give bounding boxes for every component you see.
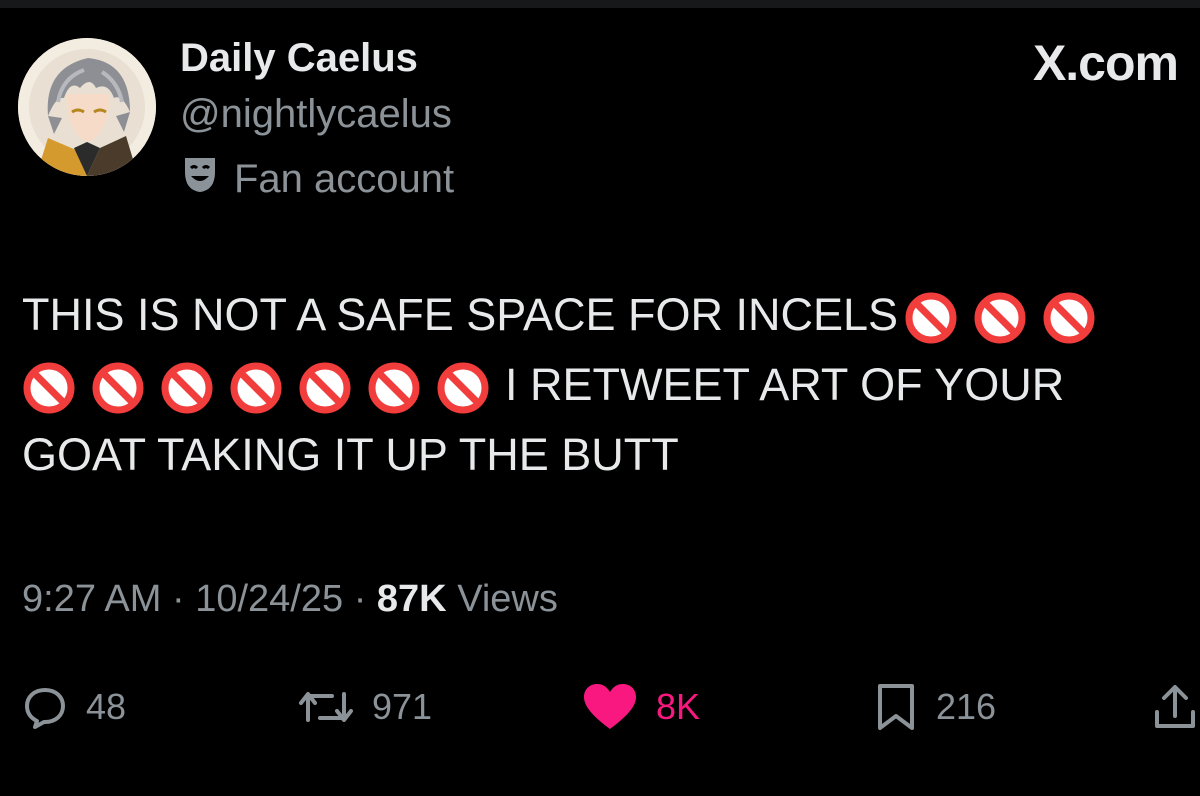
tweet-line-1: THIS IS NOT A SAFE SPACE FOR INCELS (22, 280, 1188, 350)
bookmark-count: 216 (936, 686, 997, 727)
views-count[interactable]: 87K (377, 578, 447, 620)
action-bar: 48 971 8K 216 (0, 672, 1200, 742)
tweet-line-2: I RETWEET ART OF YOUR (22, 350, 1188, 420)
avatar[interactable] (18, 38, 156, 176)
reply-icon (22, 684, 68, 730)
bookmark-icon (874, 682, 918, 732)
theater-masks-icon (180, 154, 220, 204)
retweet-button[interactable]: 971 (298, 672, 432, 742)
no-entry-emoji-icon (904, 291, 958, 345)
share-icon (1152, 682, 1198, 732)
no-entry-emoji-icon (160, 361, 214, 415)
no-entry-emoji-icon (298, 361, 352, 415)
reply-count: 48 (86, 686, 127, 727)
account-label: Fan account (180, 154, 454, 204)
retweet-count: 971 (372, 686, 433, 727)
reply-button[interactable]: 48 (22, 672, 126, 742)
top-strip (0, 0, 1200, 8)
tweet-line-1-text: THIS IS NOT A SAFE SPACE FOR INCELS (22, 289, 899, 340)
no-entry-emoji-icon (91, 361, 145, 415)
tweet-line-2-text: I RETWEET ART OF YOUR (505, 359, 1065, 410)
account-label-text: Fan account (234, 156, 455, 201)
tweet-text: THIS IS NOT A SAFE SPACE FOR INCELS I RE… (22, 280, 1188, 490)
no-entry-emoji-icon (229, 361, 283, 415)
tweet-time[interactable]: 9:27 AM (22, 578, 161, 620)
tweet-line-3: GOAT TAKING IT UP THE BUTT (22, 420, 1188, 490)
tweet-line-3-text: GOAT TAKING IT UP THE BUTT (22, 429, 679, 480)
display-name[interactable]: Daily Caelus (180, 36, 418, 81)
meta-separator: · (353, 578, 367, 620)
like-button[interactable]: 8K (582, 672, 700, 742)
brand-label: X.com (1032, 35, 1179, 91)
views-label: Views (457, 578, 558, 620)
like-count: 8K (656, 686, 701, 727)
no-entry-emoji-icon (1042, 291, 1096, 345)
meta-separator: · (171, 578, 185, 620)
handle[interactable]: @nightlycaelus (180, 92, 452, 137)
bookmark-button[interactable]: 216 (874, 672, 996, 742)
tweet-date[interactable]: 10/24/25 (195, 578, 343, 620)
no-entry-emoji-icon (367, 361, 421, 415)
no-entry-emoji-icon (436, 361, 490, 415)
no-entry-emoji-icon (973, 291, 1027, 345)
no-entry-emoji-icon (22, 361, 76, 415)
heart-icon (582, 683, 638, 731)
tweet-meta: 9:27 AM · 10/24/25 · 87K Views (22, 578, 558, 621)
share-button[interactable] (1152, 672, 1198, 742)
retweet-icon (298, 684, 354, 730)
